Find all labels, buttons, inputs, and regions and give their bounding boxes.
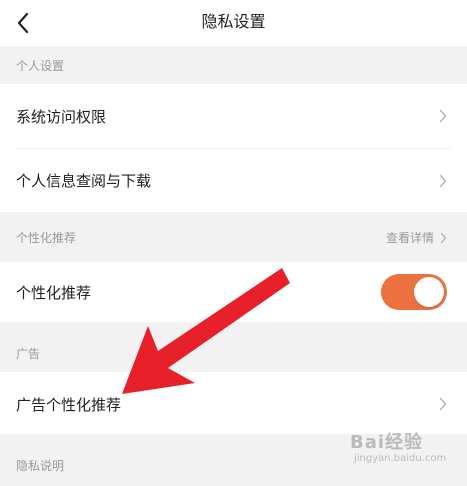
baidu-jingyan-watermark: Bai经验 jingyan.baidu.com — [350, 428, 460, 472]
watermark-brand: Bai经验 — [350, 432, 424, 453]
annotation-arrow-icon — [122, 268, 290, 394]
watermark-url: jingyan.baidu.com — [354, 453, 447, 464]
